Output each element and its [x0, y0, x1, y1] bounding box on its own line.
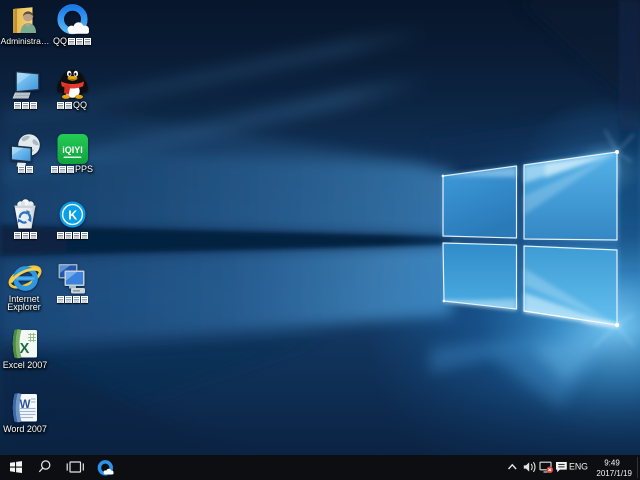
svg-text:W: W [20, 399, 31, 411]
svg-text:9:49: 9:49 [604, 459, 620, 468]
svg-text:K: K [68, 209, 77, 223]
svg-text:2017/1/19: 2017/1/19 [596, 469, 632, 478]
svg-text:X: X [20, 341, 30, 357]
svg-text:iQIYI: iQIYI [62, 145, 83, 155]
svg-text:ENG: ENG [569, 462, 588, 472]
